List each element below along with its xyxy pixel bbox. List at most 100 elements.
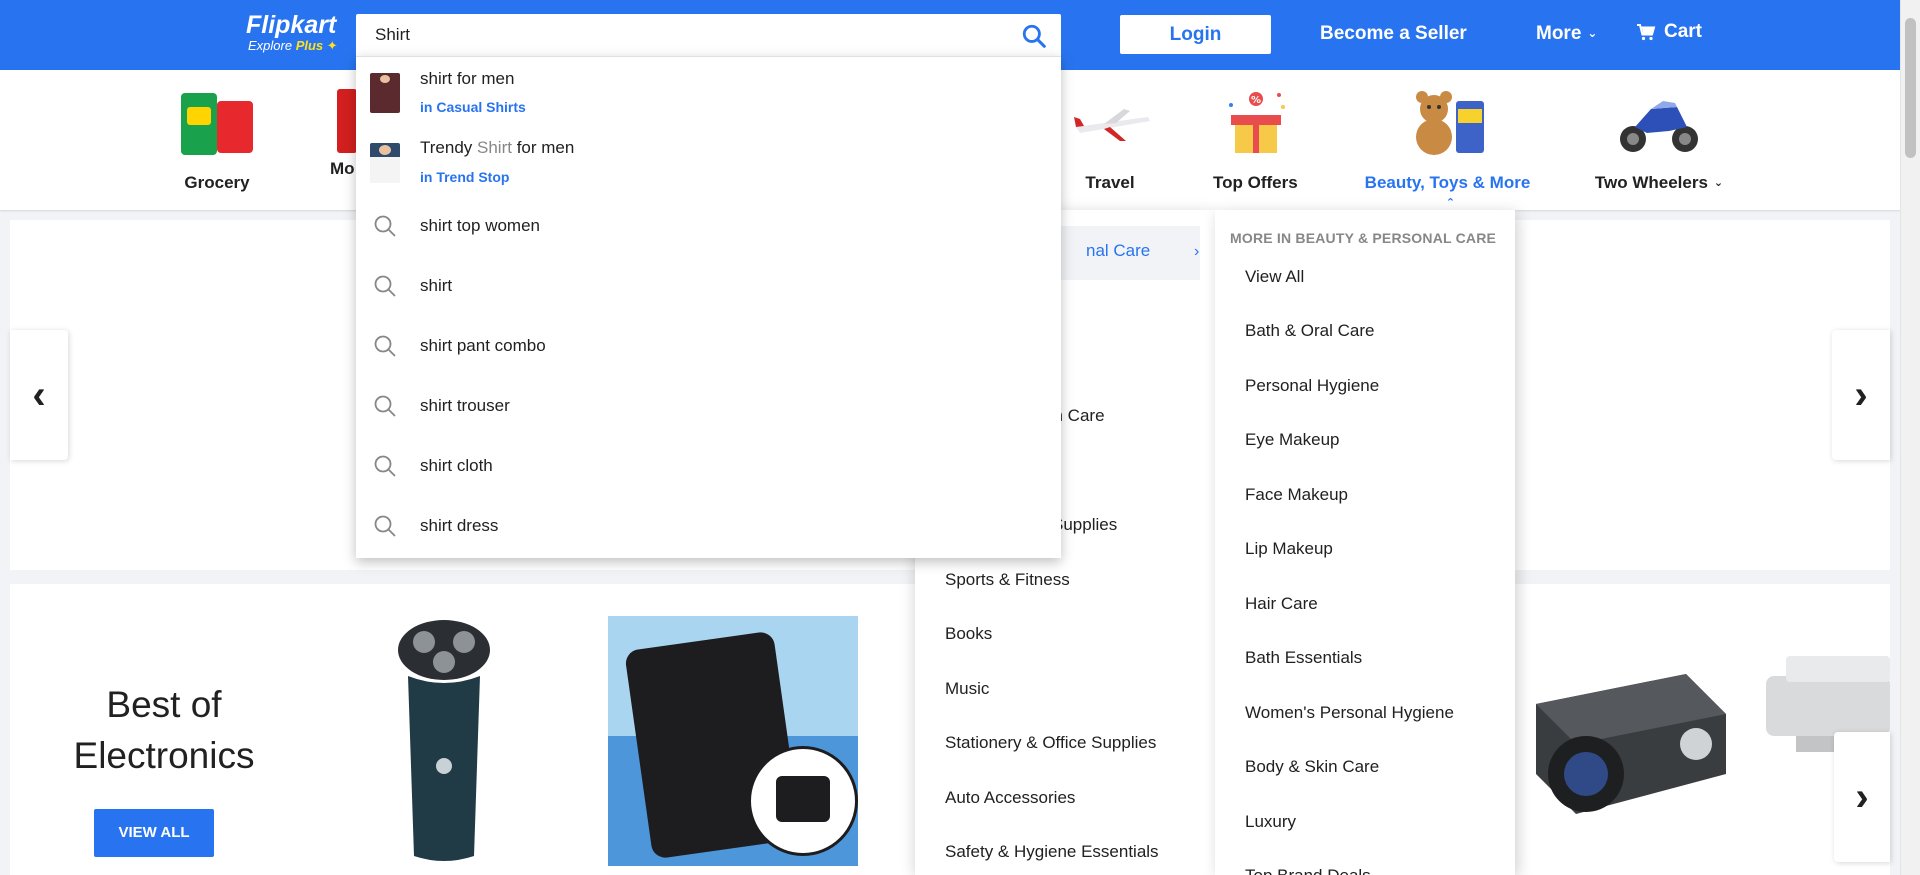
more-label: More bbox=[1536, 23, 1582, 44]
chevron-down-icon: ⌄ bbox=[1713, 177, 1724, 189]
mega-menu-item[interactable]: Auto Accessories bbox=[945, 788, 1075, 808]
mega-menu-item[interactable]: Stationery & Office Supplies bbox=[945, 733, 1156, 753]
section-title-line2: Electronics bbox=[73, 735, 255, 776]
mega-menu-subitem[interactable]: Face Makeup bbox=[1245, 485, 1348, 505]
mega-menu-subitem[interactable]: View All bbox=[1245, 267, 1304, 287]
suggestion-query[interactable]: shirt trouser bbox=[356, 377, 1061, 437]
category-beauty-toys[interactable]: Beauty, Toys & More⌃ bbox=[1360, 87, 1535, 213]
mega-menu-subitem[interactable]: Top Brand Deals bbox=[1245, 866, 1371, 875]
plus-icon: ✦ bbox=[323, 38, 338, 53]
search-suggestions: shirt for men in Casual Shirts Trendy Sh… bbox=[356, 56, 1061, 558]
grocery-image bbox=[175, 87, 259, 159]
category-label: Beauty, Toys & More bbox=[1364, 173, 1531, 192]
category-label: Travel bbox=[1085, 173, 1135, 192]
category-two-wheelers[interactable]: Two Wheelers ⌄ bbox=[1594, 87, 1724, 193]
category-top-offers[interactable]: % Top Offers bbox=[1213, 87, 1298, 193]
mega-menu-subitem[interactable]: Eye Makeup bbox=[1245, 430, 1340, 450]
category-label: Grocery bbox=[184, 173, 250, 192]
category-grocery[interactable]: Grocery bbox=[175, 87, 259, 193]
chevron-down-icon: ⌄ bbox=[1587, 26, 1598, 40]
search-icon[interactable] bbox=[1021, 23, 1047, 49]
suggestion-thumbnail bbox=[370, 73, 400, 113]
product-projector-image[interactable] bbox=[1516, 644, 1736, 834]
scrollbar-thumb[interactable] bbox=[1905, 18, 1916, 158]
mega-menu-item[interactable]: Sports & Fitness bbox=[945, 570, 1070, 590]
chevron-left-icon[interactable]: ‹ bbox=[10, 330, 68, 460]
mega-menu-subitem[interactable]: Women's Personal Hygiene bbox=[1245, 703, 1454, 723]
suggestion-text: shirt trouser bbox=[420, 396, 510, 415]
chevron-right-icon[interactable]: › bbox=[1834, 732, 1890, 862]
search-icon bbox=[374, 275, 396, 297]
mega-menu-heading: MORE IN BEAUTY & PERSONAL CARE bbox=[1230, 230, 1497, 246]
chevron-right-icon: › bbox=[1194, 243, 1200, 260]
mega-menu-item[interactable]: Safety & Hygiene Essentials bbox=[945, 842, 1159, 862]
section-title: Best of Electronics bbox=[54, 679, 274, 781]
suggestion-query[interactable]: shirt top women bbox=[356, 197, 1061, 257]
category-label: Top Offers bbox=[1213, 173, 1298, 192]
mega-menu-subitem[interactable]: Lip Makeup bbox=[1245, 539, 1333, 559]
login-button[interactable]: Login bbox=[1120, 15, 1271, 54]
search-input[interactable] bbox=[375, 23, 975, 47]
view-all-button[interactable]: VIEW ALL bbox=[94, 809, 214, 857]
section-title-line1: Best of bbox=[106, 684, 222, 725]
airplane-icon bbox=[1070, 87, 1154, 159]
search-icon bbox=[374, 515, 396, 537]
suggestion-category: in Casual Shirts bbox=[420, 99, 526, 115]
mega-menu-subitem[interactable]: Personal Hygiene bbox=[1245, 376, 1379, 396]
mega-menu-item[interactable]: Music bbox=[945, 679, 989, 699]
logo-sub-explore: Explore bbox=[248, 38, 293, 53]
suggestion-query[interactable]: shirt pant combo bbox=[356, 317, 1061, 377]
become-seller-link[interactable]: Become a Seller bbox=[1320, 23, 1467, 45]
suggestion-text: shirt top women bbox=[420, 216, 540, 235]
suggestion-query[interactable]: shirt dress bbox=[356, 497, 1061, 557]
logo-sub-plus: Plus bbox=[295, 38, 324, 53]
suggestion-query[interactable]: shirt cloth bbox=[356, 437, 1061, 497]
suggestion-thumbnail bbox=[370, 143, 400, 183]
product-shaver-image[interactable] bbox=[384, 616, 504, 866]
logo-brand: Flipkart bbox=[246, 11, 337, 39]
suggestion-title-post: for men bbox=[511, 138, 575, 157]
cart-link[interactable]: Cart bbox=[1636, 21, 1702, 43]
suggestion-text: shirt pant combo bbox=[420, 336, 546, 355]
mega-menu-subitem[interactable]: Hair Care bbox=[1245, 594, 1318, 614]
suggestion-category: in Trend Stop bbox=[420, 169, 510, 185]
menu-caret bbox=[1432, 200, 1452, 210]
flipkart-logo[interactable]: Flipkart Explore Plus ✦ bbox=[246, 12, 338, 54]
suggestion-query[interactable]: shirt bbox=[356, 257, 1061, 317]
teddy-bear-image bbox=[1406, 87, 1490, 159]
chevron-right-icon[interactable]: › bbox=[1832, 330, 1890, 460]
page-scrollbar[interactable] bbox=[1900, 0, 1920, 875]
mega-menu-subitem[interactable]: Body & Skin Care bbox=[1245, 757, 1379, 777]
product-power-bank-image[interactable] bbox=[608, 616, 858, 866]
suggestion-title: shirt for men bbox=[420, 69, 515, 88]
category-label: Two Wheelers bbox=[1594, 173, 1708, 192]
suggestion-product[interactable]: shirt for men in Casual Shirts bbox=[356, 57, 1061, 127]
suggestion-text: shirt dress bbox=[420, 516, 499, 535]
motorcycle-image bbox=[1617, 87, 1701, 159]
search-icon bbox=[374, 335, 396, 357]
mega-menu-item[interactable]: Supplies bbox=[1052, 515, 1117, 535]
suggestion-title-match: Shirt bbox=[477, 138, 512, 157]
search-icon bbox=[374, 215, 396, 237]
suggestion-title: Trendy Shirt for men bbox=[420, 138, 574, 158]
mega-menu-subitem[interactable]: Luxury bbox=[1245, 812, 1296, 832]
mega-menu-subitem[interactable]: Bath Essentials bbox=[1245, 648, 1362, 668]
cart-icon bbox=[1637, 24, 1656, 41]
suggestion-product[interactable]: Trendy Shirt for men in Trend Stop bbox=[356, 127, 1061, 197]
mega-menu-subcategories: MORE IN BEAUTY & PERSONAL CARE View All … bbox=[1215, 210, 1515, 875]
suggestion-text: shirt bbox=[420, 276, 453, 295]
category-travel[interactable]: Travel bbox=[1070, 87, 1150, 193]
more-menu[interactable]: More ⌄ bbox=[1536, 23, 1597, 45]
mega-menu-subitem[interactable]: Bath & Oral Care bbox=[1245, 321, 1374, 341]
gift-icon: % bbox=[1213, 87, 1297, 159]
cart-label: Cart bbox=[1664, 21, 1703, 42]
selected-category-label: nal Care bbox=[1086, 241, 1151, 260]
search-icon bbox=[374, 455, 396, 477]
mega-menu-item[interactable]: Books bbox=[945, 624, 992, 644]
search-box bbox=[356, 14, 1061, 56]
suggestion-title-pre: Trendy bbox=[420, 138, 478, 157]
category-label: Mo bbox=[330, 159, 355, 178]
svg-text:%: % bbox=[1251, 95, 1261, 106]
search-icon bbox=[374, 395, 396, 417]
suggestion-text: shirt cloth bbox=[420, 456, 493, 475]
